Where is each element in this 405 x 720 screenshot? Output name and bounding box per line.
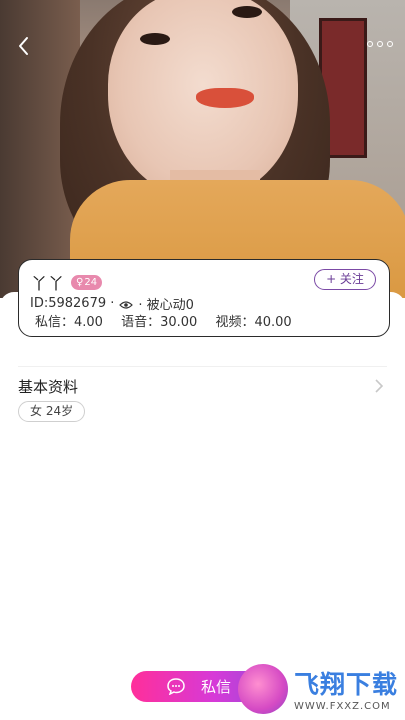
eye-icon xyxy=(119,299,134,309)
chat-bubble-icon xyxy=(167,678,185,696)
profile-photo[interactable] xyxy=(0,0,405,298)
more-horizontal-icon[interactable] xyxy=(367,36,393,52)
gender-age-tag: 女 24岁 xyxy=(18,401,86,422)
photo-lips xyxy=(196,88,254,108)
basic-info-title[interactable]: 基本资料 xyxy=(18,376,78,397)
gender-age-badge: ♀ 24 xyxy=(71,274,103,290)
age-value: 24 xyxy=(84,276,98,288)
watermark-url: WWW.FXXZ.COM xyxy=(294,701,391,712)
follow-button[interactable]: + 关注 xyxy=(314,269,376,290)
watermark-title: 飞翔下载 xyxy=(294,670,399,699)
name-row: 丫丫 ♀ 24 xyxy=(31,270,103,294)
divider xyxy=(18,366,387,367)
price-row: 私信：4.00 语音：30.00 视频：40.00 xyxy=(35,311,306,330)
user-name: 丫丫 xyxy=(31,274,66,293)
female-icon: ♀ xyxy=(76,276,84,288)
chevron-left-icon[interactable] xyxy=(12,32,36,60)
chevron-right-icon[interactable] xyxy=(373,378,385,394)
message-price: 私信：4.00 xyxy=(35,315,103,330)
photo-eye-right xyxy=(232,6,262,18)
user-id: ID:5982679 · xyxy=(30,296,115,311)
watermark: 飞翔下载 WWW.FXXZ.COM xyxy=(238,657,405,720)
private-message-label: 私信 xyxy=(201,678,232,696)
watermark-text: 飞翔下载 WWW.FXXZ.COM xyxy=(294,665,398,712)
voice-price: 语音：30.00 xyxy=(121,315,198,330)
profile-card: 丫丫 ♀ 24 + 关注 ID:5982679 · · 被心动0 私信：4.00… xyxy=(18,259,390,337)
watermark-logo xyxy=(238,663,288,714)
photo-eye-left xyxy=(140,33,170,45)
content-panel xyxy=(0,292,405,720)
video-price: 视频：40.00 xyxy=(215,315,292,330)
